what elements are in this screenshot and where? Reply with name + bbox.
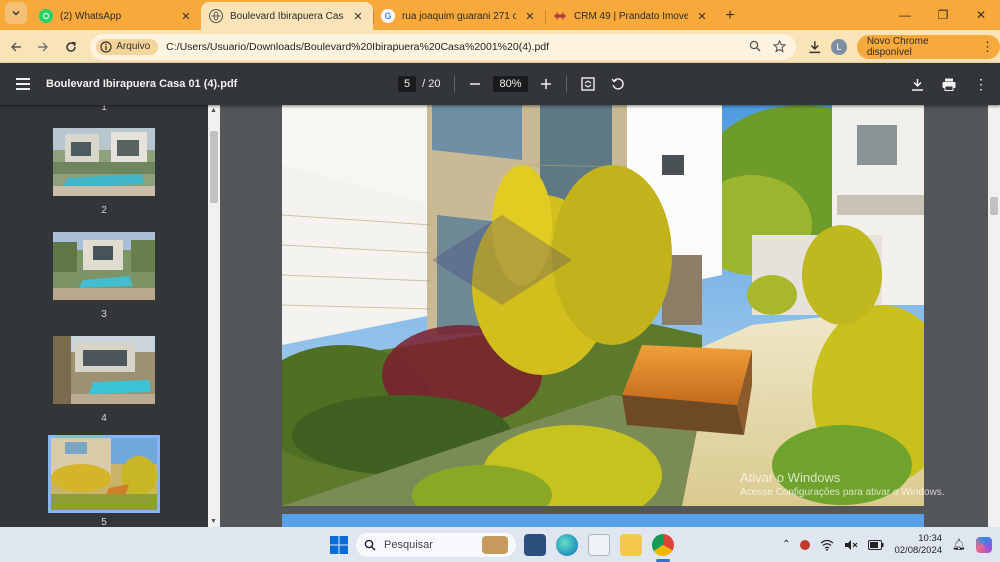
system-tray: ⌃ 10:34 02/08/2024 🔔︎ xyxy=(782,527,992,562)
activation-title: Ativar o Windows xyxy=(740,470,841,485)
tab-google-search[interactable]: G rua joaquim guarani 271 condo ✕ xyxy=(373,2,545,30)
more-vert-icon: ⋮ xyxy=(981,38,994,54)
thumbnail-sidebar: 1 2 3 4 5 xyxy=(0,105,208,527)
chrome-icon[interactable] xyxy=(652,534,674,556)
vpn-icon[interactable] xyxy=(800,539,811,550)
crm-icon xyxy=(553,9,567,23)
sidebar-menu-icon[interactable] xyxy=(0,78,46,90)
page-photo xyxy=(252,105,952,525)
pdf-download-icon[interactable] xyxy=(911,78,924,91)
search-placeholder: Pesquisar xyxy=(384,539,433,551)
rotate-icon[interactable] xyxy=(611,77,625,91)
close-tab-icon[interactable]: ✕ xyxy=(695,10,709,23)
update-chrome-button[interactable]: Novo Chrome disponível ⋮ xyxy=(856,34,1000,59)
tab-strip: (2) WhatsApp ✕ Boulevard Ibirapuera Casa… xyxy=(0,0,1000,30)
tab-pdf[interactable]: Boulevard Ibirapuera Casa 01 (4 ✕ xyxy=(201,2,373,30)
page-number-input[interactable]: 5 xyxy=(398,76,417,92)
tab-title: rua joaquim guarani 271 condo xyxy=(402,10,516,22)
start-button[interactable] xyxy=(328,534,350,556)
pdf-page-6 xyxy=(282,514,924,527)
forward-button[interactable] xyxy=(29,33,56,61)
volume-muted-icon[interactable] xyxy=(844,539,858,551)
download-icon[interactable] xyxy=(808,40,822,54)
activation-subtitle: Acesse Configurações para ativar o Windo… xyxy=(740,487,945,498)
zoom-icon[interactable] xyxy=(749,40,761,52)
close-tab-icon[interactable]: ✕ xyxy=(351,10,365,23)
print-icon[interactable] xyxy=(942,78,956,91)
thumbnail-page-5[interactable] xyxy=(48,435,160,513)
google-icon: G xyxy=(381,9,395,23)
pdf-page-5 xyxy=(252,105,952,525)
notification-bell-icon[interactable]: 🔔︎ xyxy=(952,538,966,551)
zoom-out-icon[interactable] xyxy=(469,78,481,90)
tab-whatsapp[interactable]: (2) WhatsApp ✕ xyxy=(31,2,201,30)
new-tab-button[interactable]: + xyxy=(717,2,743,30)
document-title: Boulevard Ibirapuera Casa 01 (4).pdf xyxy=(46,78,238,90)
close-tab-icon[interactable]: ✕ xyxy=(523,10,537,23)
windows-taskbar: Pesquisar ⌃ 10:34 02/08/2024 🔔︎ xyxy=(0,527,1000,562)
file-explorer-icon[interactable] xyxy=(620,534,642,556)
zoom-in-icon[interactable] xyxy=(540,78,552,90)
update-label: Novo Chrome disponível xyxy=(866,35,929,58)
forward-arrow-icon xyxy=(38,42,49,51)
chevron-down-icon xyxy=(12,10,20,16)
back-arrow-icon xyxy=(10,42,21,51)
sidebar-scroll-thumb[interactable] xyxy=(210,131,218,203)
fit-page-icon[interactable] xyxy=(580,77,595,91)
chevron-up-icon[interactable]: ⌃ xyxy=(782,539,790,550)
battery-icon[interactable] xyxy=(868,539,884,550)
tab-search-button[interactable] xyxy=(5,2,27,24)
windows-activation-watermark: Ativar o Windows Acesse Configurações pa… xyxy=(740,470,945,498)
whatsapp-icon xyxy=(39,9,53,23)
sidebar-scrollbar[interactable]: ▲ ▼ xyxy=(208,105,220,527)
thumb-label-1: 1 xyxy=(101,105,107,113)
pdf-viewer[interactable] xyxy=(220,105,988,527)
url-text[interactable]: C:/Users/Usuario/Downloads/Boulevard%20I… xyxy=(166,41,748,53)
thumb-label-2: 2 xyxy=(101,205,107,216)
total-pages: / 20 xyxy=(422,78,441,90)
site-info-chip[interactable]: Arquivo xyxy=(96,38,159,55)
globe-icon xyxy=(209,9,223,23)
thumb-label-5: 5 xyxy=(101,517,107,527)
restore-icon[interactable]: ❐ xyxy=(924,8,962,22)
more-options-icon[interactable]: ⋮ xyxy=(974,76,988,93)
clock[interactable]: 10:34 02/08/2024 xyxy=(894,533,942,557)
tab-title: (2) WhatsApp xyxy=(60,10,122,22)
tab-title: CRM 49 | Prandato Imoveis xyxy=(574,10,688,22)
clock-date: 02/08/2024 xyxy=(894,544,943,556)
browser-toolbar: Arquivo C:/Users/Usuario/Downloads/Boule… xyxy=(0,30,1000,63)
thumbnail-page-2[interactable] xyxy=(53,128,155,196)
installer-icon[interactable] xyxy=(588,534,610,556)
page-controls: 5 / 20 80% xyxy=(398,76,625,92)
thumbnail-page-3[interactable] xyxy=(53,232,155,300)
back-button[interactable] xyxy=(2,33,29,61)
thumb-label-4: 4 xyxy=(101,413,107,424)
close-window-icon[interactable]: ✕ xyxy=(962,8,1000,22)
info-icon xyxy=(100,40,112,53)
wifi-icon[interactable] xyxy=(820,539,834,551)
close-tab-icon[interactable]: ✕ xyxy=(179,10,193,23)
tab-title: Boulevard Ibirapuera Casa 01 (4 xyxy=(230,10,344,22)
reload-icon xyxy=(65,41,76,52)
search-icon xyxy=(364,539,376,551)
viewer-scrollbar[interactable] xyxy=(988,105,1000,527)
zoom-input[interactable]: 80% xyxy=(493,76,528,92)
viewer-scroll-thumb[interactable] xyxy=(990,197,998,215)
address-chip-label: Arquivo xyxy=(116,41,151,52)
tab-crm[interactable]: CRM 49 | Prandato Imoveis ✕ xyxy=(545,2,717,30)
microsoft-store-icon[interactable] xyxy=(524,534,546,556)
minimize-icon[interactable]: — xyxy=(886,8,924,22)
edge-icon[interactable] xyxy=(556,534,578,556)
copilot-icon[interactable] xyxy=(976,536,992,553)
thumb-label-3: 3 xyxy=(101,309,107,320)
taskbar-search[interactable]: Pesquisar xyxy=(356,533,516,557)
pdf-toolbar: Boulevard Ibirapuera Casa 01 (4).pdf 5 /… xyxy=(0,63,1000,105)
profile-avatar[interactable]: L xyxy=(831,38,847,55)
bookmark-star-icon[interactable] xyxy=(772,40,786,53)
clock-time: 10:34 xyxy=(918,532,943,544)
search-highlight-icon xyxy=(482,536,508,554)
reload-button[interactable] xyxy=(57,33,84,61)
address-bar[interactable]: Arquivo C:/Users/Usuario/Downloads/Boule… xyxy=(90,33,796,60)
thumbnail-page-4[interactable] xyxy=(53,336,155,404)
